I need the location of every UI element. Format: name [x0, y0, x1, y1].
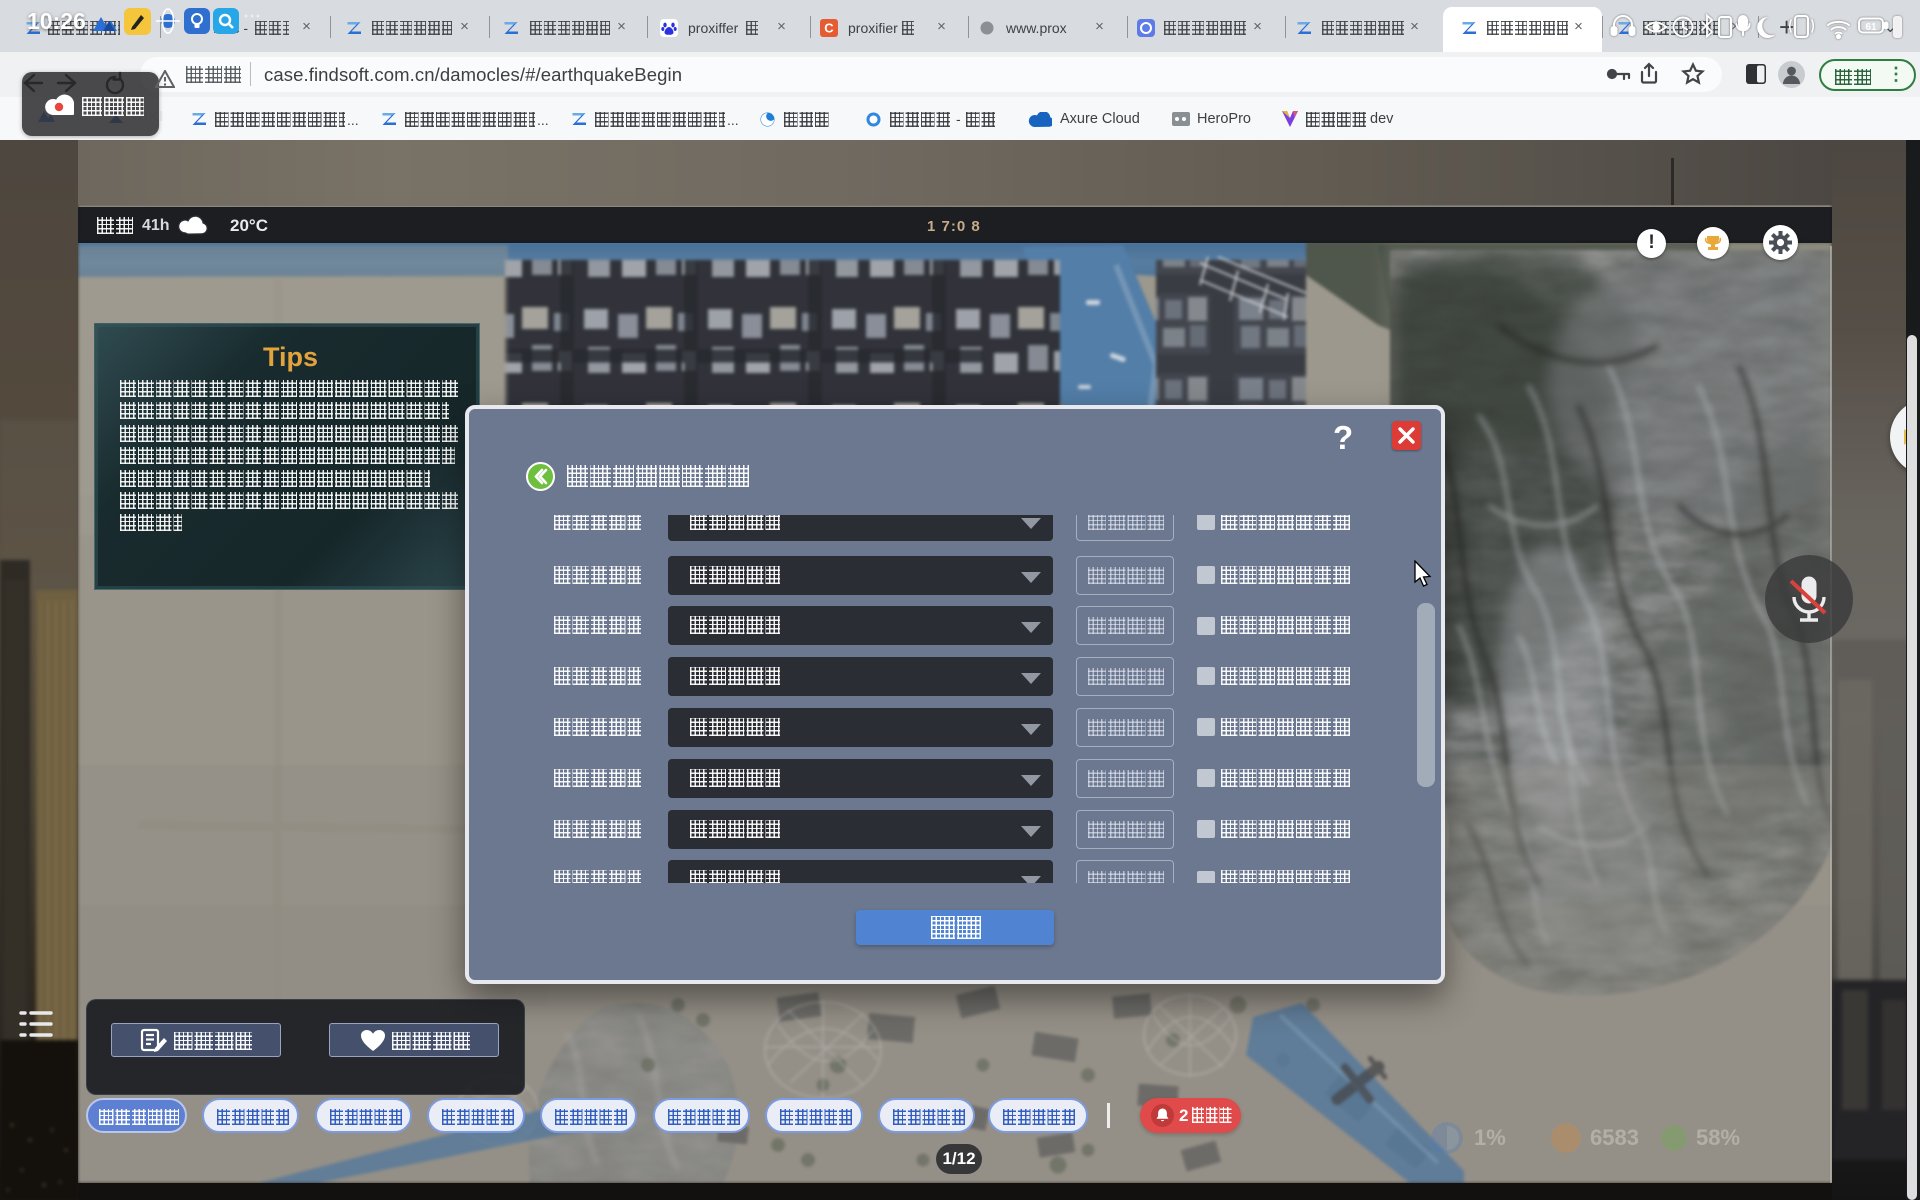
- svg-text:61: 61: [1865, 22, 1877, 33]
- svg-text:C: C: [824, 21, 834, 36]
